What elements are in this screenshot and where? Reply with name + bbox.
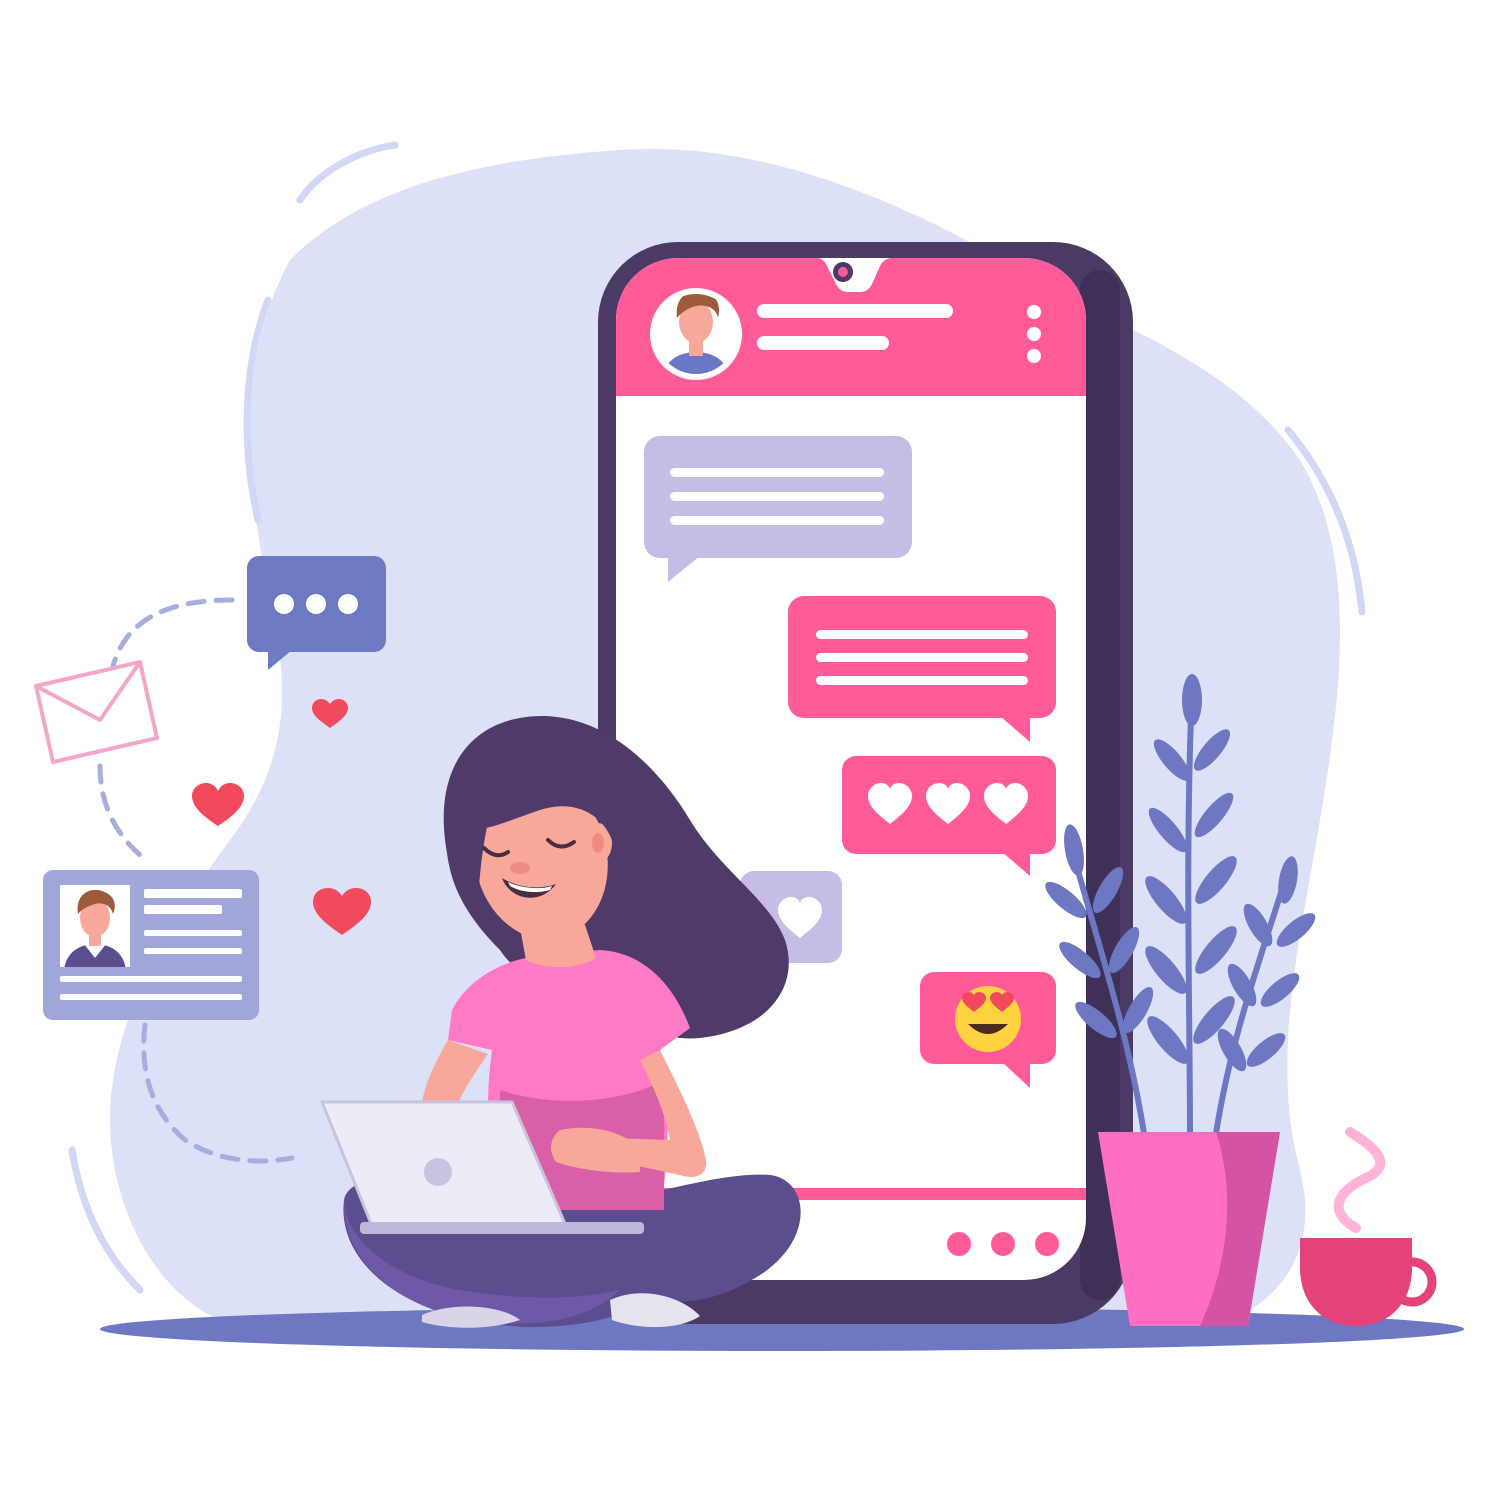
front-camera-lens xyxy=(838,267,848,277)
contact-name-line xyxy=(757,304,953,318)
heart-eyes-emoji-icon xyxy=(955,986,1021,1052)
coffee-cup xyxy=(1300,1127,1437,1326)
more-horizontal-icon[interactable] xyxy=(947,1232,1059,1256)
profile-card-icon xyxy=(43,870,259,1020)
more-vertical-icon[interactable] xyxy=(1027,305,1041,363)
steam xyxy=(1333,1127,1386,1233)
illustration-canvas xyxy=(34,141,1464,1351)
contact-status-line xyxy=(757,336,889,350)
envelope-icon xyxy=(34,660,159,764)
heart-icon xyxy=(192,783,244,826)
dating-app-illustration xyxy=(0,0,1500,1500)
